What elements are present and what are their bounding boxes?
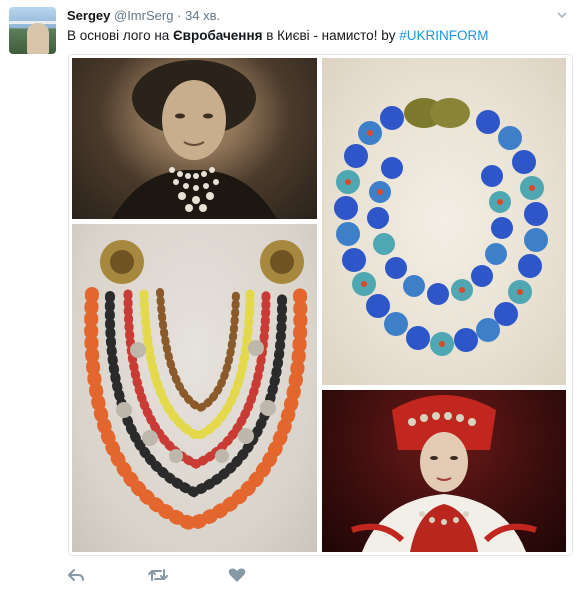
tweet-text-part: В основі лого на	[67, 28, 174, 43]
tweet-text-part: в Києві - намисто! by	[262, 28, 400, 43]
hashtag-link[interactable]: #UKRINFORM	[399, 28, 488, 43]
reply-icon[interactable]	[67, 567, 87, 587]
media-grid	[68, 54, 573, 556]
blue-bead-necklace-photo[interactable]	[322, 58, 566, 385]
tweet-text: В основі лого на Євробачення в Києві - н…	[67, 28, 488, 43]
avatar-person	[27, 23, 49, 54]
author-handle[interactable]: @ImrSerg	[114, 8, 173, 23]
woman-traditional-dress-photo[interactable]	[322, 390, 566, 552]
tweet-header: Sergey @ImrSerg · 34 хв.	[67, 8, 220, 23]
heart-icon[interactable]	[228, 567, 248, 587]
tweet-timestamp[interactable]: 34 хв.	[185, 8, 220, 23]
tweet-text-bold: Євробачення	[173, 28, 263, 43]
author-name[interactable]: Sergey	[67, 8, 110, 23]
avatar[interactable]	[9, 7, 56, 54]
tweet: Sergey @ImrSerg · 34 хв. В основі лого н…	[0, 0, 577, 595]
chevron-down-icon[interactable]	[556, 9, 568, 21]
woman-portrait-photo[interactable]	[72, 58, 317, 219]
retweet-icon[interactable]	[147, 567, 168, 587]
coral-necklace-photo[interactable]	[72, 224, 317, 552]
separator-dot: ·	[177, 8, 182, 23]
